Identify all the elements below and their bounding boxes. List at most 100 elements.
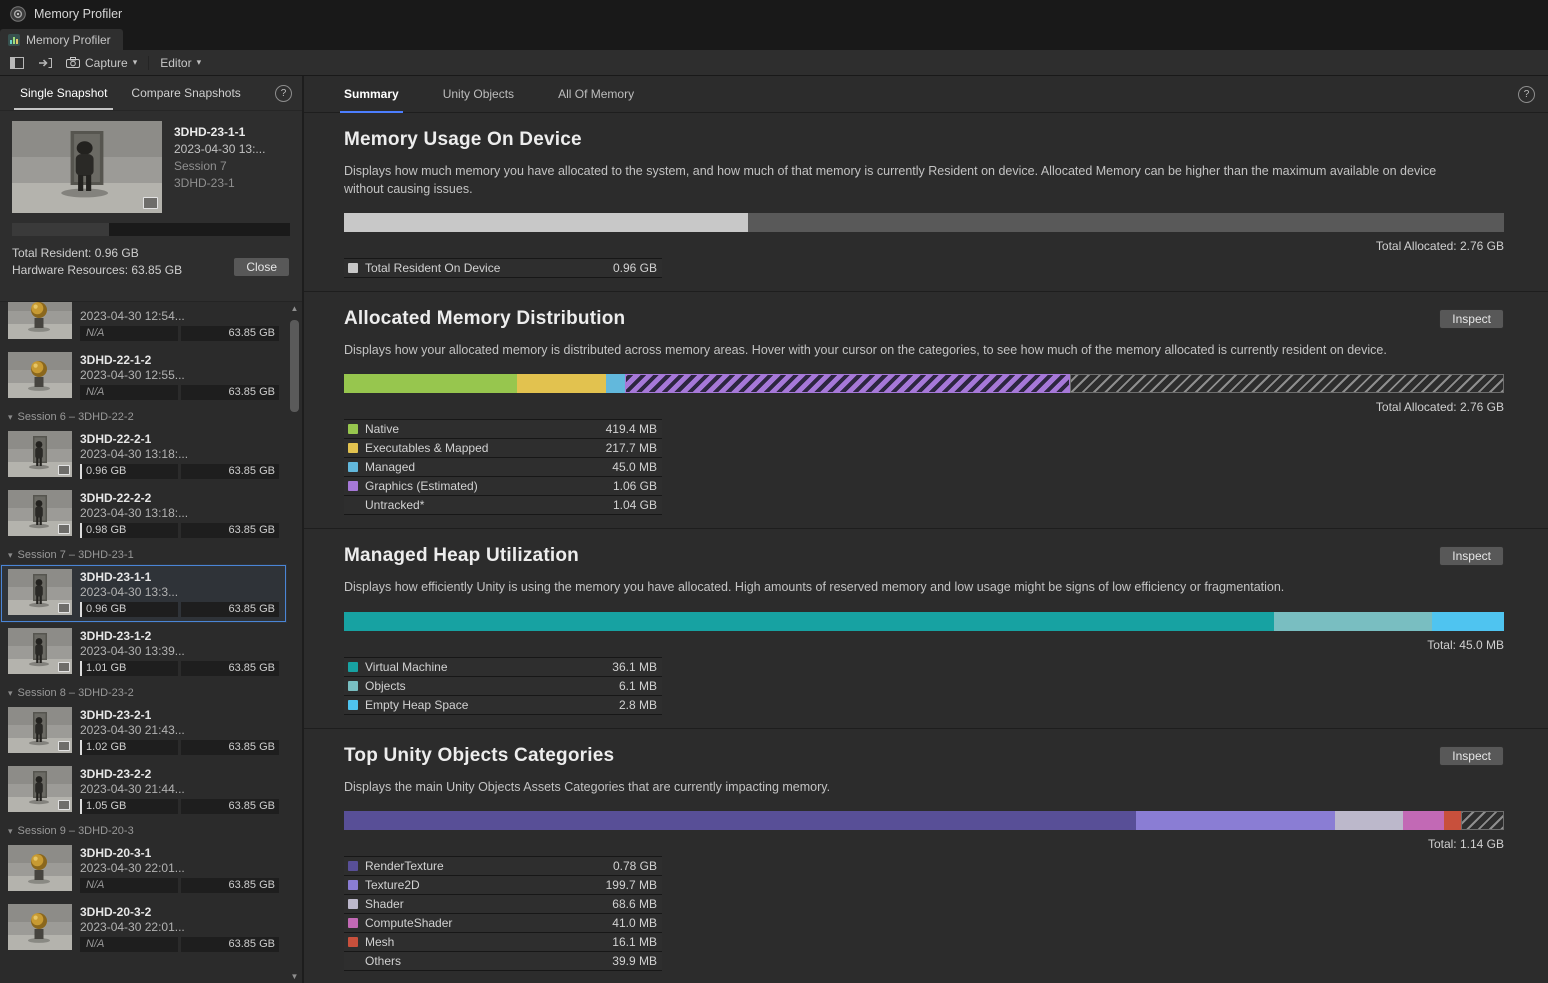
legend-table: RenderTexture0.78 GBTexture2D199.7 MBSha… xyxy=(344,856,662,971)
legend-row[interactable]: Native419.4 MB xyxy=(344,420,662,439)
snapshot-list-item[interactable]: 3DHD-23-2-22023-04-30 21:44...1.05 GB63.… xyxy=(0,761,287,820)
help-icon[interactable]: ? xyxy=(1518,86,1535,103)
tab-single-snapshot[interactable]: Single Snapshot xyxy=(10,76,117,110)
tab-compare-snapshots[interactable]: Compare Snapshots xyxy=(121,76,250,110)
legend-swatch xyxy=(348,662,358,672)
snapshot-values: 0.96 GB63.85 GB xyxy=(80,464,279,479)
help-icon[interactable]: ? xyxy=(275,85,292,102)
window-tab-memory-profiler[interactable]: Memory Profiler xyxy=(0,29,123,50)
snapshot-list-item[interactable]: 3DHD-22-2-12023-04-30 13:18:...0.96 GB63… xyxy=(0,426,287,485)
close-button[interactable]: Close xyxy=(233,257,290,277)
bar-segment-texture2d[interactable] xyxy=(1136,811,1334,830)
legend-value: 6.1 MB xyxy=(619,679,657,693)
bar-segment-shader[interactable] xyxy=(1335,811,1403,830)
bar-segment-native[interactable] xyxy=(344,374,517,393)
chevron-down-icon[interactable]: ▾ xyxy=(133,58,138,67)
main-tabbar: Summary Unity Objects All Of Memory? xyxy=(304,76,1548,113)
editor-dropdown[interactable]: Editor ▾ xyxy=(154,53,207,72)
legend-row[interactable]: RenderTexture0.78 GB xyxy=(344,857,662,876)
scroll-down-icon[interactable]: ▼ xyxy=(291,972,299,982)
inspect-button[interactable]: Inspect xyxy=(1439,546,1504,566)
tab-summary[interactable]: Summary xyxy=(344,76,399,112)
snapshot-list-item[interactable]: 3DHD-20-3-22023-04-30 22:01...N/A63.85 G… xyxy=(0,899,287,958)
legend-row[interactable]: Mesh16.1 MB xyxy=(344,933,662,952)
legend-row[interactable]: ComputeShader41.0 MB xyxy=(344,914,662,933)
legend-row[interactable]: Others39.9 MB xyxy=(344,952,662,971)
total-label: Total: 45.0 MB xyxy=(344,638,1504,652)
legend-label: Mesh xyxy=(365,935,394,949)
legend-row[interactable]: Texture2D199.7 MB xyxy=(344,876,662,895)
snapshot-list-item[interactable]: 3DHD-22-2-22023-04-30 13:18:...0.98 GB63… xyxy=(0,485,287,544)
resident-value: N/A xyxy=(80,326,178,341)
scroll-up-icon[interactable]: ▲ xyxy=(291,304,299,314)
tab-all-of-memory[interactable]: All Of Memory xyxy=(558,76,634,112)
bar-segment-compute-shader[interactable] xyxy=(1403,811,1444,830)
legend-row[interactable]: Total Resident On Device0.96 GB xyxy=(344,259,662,278)
section-title: Top Unity Objects Categories xyxy=(344,745,614,767)
session-label: Session 7 – 3DHD-23-1 xyxy=(18,549,134,561)
scrollbar-thumb[interactable] xyxy=(290,320,299,412)
bar-segment-managed[interactable] xyxy=(606,374,625,393)
section-memory-usage-on-device: Memory Usage On DeviceDisplays how much … xyxy=(304,113,1548,291)
session-header[interactable]: ▾Session 9 – 3DHD-20-3 xyxy=(0,820,287,840)
window-titlebar: Memory Profiler xyxy=(0,0,1548,28)
total-memory-value: 63.85 GB xyxy=(181,661,279,676)
resident-value: 0.96 GB xyxy=(80,602,178,617)
bar-segment-virtual-machine[interactable] xyxy=(344,612,1274,631)
legend-row[interactable]: Executables & Mapped217.7 MB xyxy=(344,439,662,458)
legend-value: 419.4 MB xyxy=(606,422,657,436)
snapshot-list-item[interactable]: 3DHD-22-1-22023-04-30 12:55...N/A63.85 G… xyxy=(0,347,287,406)
toolbar-separator xyxy=(148,56,149,70)
snapshot-thumbnail xyxy=(8,707,72,753)
legend-row[interactable]: Graphics (Estimated)1.06 GB xyxy=(344,477,662,496)
snapshot-thumbnail xyxy=(8,490,72,536)
legend-row[interactable]: Managed45.0 MB xyxy=(344,458,662,477)
legend-row[interactable]: Virtual Machine36.1 MB xyxy=(344,658,662,677)
bar-segment-allocated-remainder[interactable] xyxy=(748,213,1504,232)
snapshot-values: N/A63.85 GB xyxy=(80,937,279,952)
bar-segment-render-texture[interactable] xyxy=(344,811,1136,830)
legend-row[interactable]: Untracked*1.04 GB xyxy=(344,496,662,515)
snapshot-thumbnail xyxy=(8,845,72,891)
snapshot-meta: 3DHD-20-3-12023-04-30 22:01...N/A63.85 G… xyxy=(80,845,279,893)
import-snapshot-button[interactable] xyxy=(32,53,58,72)
bar-segment-total-resident-on-device[interactable] xyxy=(344,213,748,232)
session-header[interactable]: ▾Session 6 – 3DHD-22-2 xyxy=(0,406,287,426)
snapshot-list-item[interactable]: 3DHD-20-3-12023-04-30 22:01...N/A63.85 G… xyxy=(0,840,287,899)
scrollbar[interactable]: ▲ ▼ xyxy=(288,304,301,982)
resident-memory-bar xyxy=(12,223,290,236)
memory-bar xyxy=(344,213,1504,232)
bar-segment-untracked[interactable] xyxy=(1070,374,1504,393)
panel-toggle-button[interactable] xyxy=(4,53,30,72)
legend-swatch xyxy=(348,899,358,909)
memory-bar xyxy=(344,374,1504,393)
legend-row[interactable]: Empty Heap Space2.8 MB xyxy=(344,696,662,715)
bar-segment-objects[interactable] xyxy=(1274,612,1432,631)
snapshot-list-item[interactable]: 2023-04-30 12:54...N/A63.85 GB xyxy=(0,302,287,347)
session-header[interactable]: ▾Session 8 – 3DHD-23-2 xyxy=(0,682,287,702)
legend-label: ComputeShader xyxy=(365,916,452,930)
snapshot-list-item[interactable]: 3DHD-23-1-22023-04-30 13:39...1.01 GB63.… xyxy=(0,623,287,682)
bar-segment-graphics-estimated[interactable] xyxy=(625,374,1070,393)
bar-segment-others[interactable] xyxy=(1461,811,1504,830)
snapshot-meta: 3DHD-23-1-12023-04-30 13:3...0.96 GB63.8… xyxy=(80,569,279,617)
legend-swatch xyxy=(348,443,358,453)
platform-icon xyxy=(58,465,70,475)
inspect-button[interactable]: Inspect xyxy=(1439,746,1504,766)
snapshot-list-item[interactable]: 3DHD-23-1-12023-04-30 13:3...0.96 GB63.8… xyxy=(0,564,287,623)
legend-row[interactable]: Objects6.1 MB xyxy=(344,677,662,696)
bar-segment-executables-and-mapped[interactable] xyxy=(517,374,606,393)
capture-button[interactable]: Capture ▾ xyxy=(60,53,143,72)
bar-segment-mesh[interactable] xyxy=(1444,811,1461,830)
snapshot-list-item[interactable]: 3DHD-23-2-12023-04-30 21:43...1.02 GB63.… xyxy=(0,702,287,761)
tab-unity-objects[interactable]: Unity Objects xyxy=(443,76,514,112)
snapshot-meta: 3DHD-23-1-1 2023-04-30 13:... Session 7 … xyxy=(174,121,290,213)
section-header: Managed Heap Utilization Inspect xyxy=(344,543,1504,569)
bar-segment-empty-heap-space[interactable] xyxy=(1432,612,1504,631)
snapshot-session: Session 7 xyxy=(174,159,290,173)
session-header[interactable]: ▾Session 7 – 3DHD-23-1 xyxy=(0,544,287,564)
legend-row[interactable]: Shader68.6 MB xyxy=(344,895,662,914)
section-allocated-memory-distribution: Allocated Memory DistributionInspectDisp… xyxy=(304,291,1548,528)
section-title: Managed Heap Utilization xyxy=(344,545,579,567)
inspect-button[interactable]: Inspect xyxy=(1439,309,1504,329)
